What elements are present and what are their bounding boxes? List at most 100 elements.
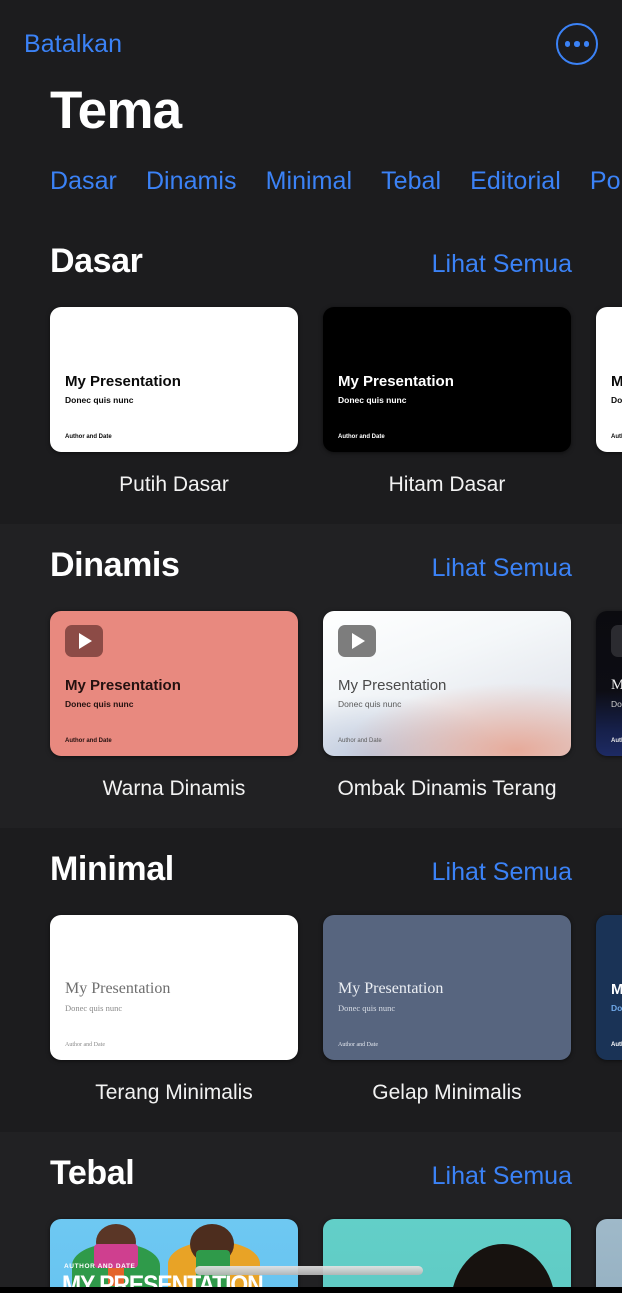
theme-item[interactable]: My Presentation Donec quis nunc Author and…	[596, 307, 622, 497]
navigation-bar: Batalkan	[0, 0, 622, 88]
slide-title: My Presentation	[338, 677, 447, 694]
tab-minimal[interactable]: Minimal	[266, 167, 352, 196]
slide-content: My Presentation Donec quis nunc Author and…	[323, 307, 571, 452]
play-icon	[611, 625, 622, 657]
section-header: Dinamis Lihat Semua	[50, 524, 572, 585]
slide-content: My Presentation Donec quis nunc Author and…	[596, 611, 622, 756]
theme-row[interactable]: My Presentation Donec quis nunc Author and…	[50, 915, 622, 1105]
slide-title: My Presentation	[65, 677, 181, 694]
slide-subtitle: Donec quis nunc	[611, 395, 622, 405]
horizontal-scrollbar[interactable]	[195, 1266, 423, 1275]
theme-thumbnail[interactable]	[323, 1219, 571, 1293]
theme-item[interactable]: My Presentation Donec quis nunc Author and…	[323, 611, 571, 801]
theme-name-label: Gelap Minimalis	[372, 1081, 522, 1104]
photo-people	[323, 1219, 571, 1293]
theme-item[interactable]: My Presentation Donec quis nunc Author and…	[596, 611, 622, 801]
photo-people	[596, 1219, 622, 1293]
theme-item[interactable]: My Presentation Donec quis nunc Author and…	[323, 307, 571, 497]
section-title: Tebal	[50, 1154, 135, 1192]
theme-row[interactable]: My Presentation Donec quis nunc Author and…	[50, 611, 622, 801]
theme-thumbnail[interactable]: My Presentation Donec quis nunc Author and…	[323, 307, 571, 452]
slide-footer: Author and Date	[611, 434, 622, 440]
see-all-button[interactable]: Lihat Semua	[432, 858, 572, 887]
tab-portofolio[interactable]: Porto	[590, 167, 622, 196]
theme-item[interactable]	[323, 1219, 571, 1293]
theme-thumbnail[interactable]: My Presentation Donec quis nunc Author and…	[596, 611, 622, 756]
theme-thumbnail[interactable]: My Presentation Donec quis nunc Author and…	[50, 307, 298, 452]
slide-subtitle: Donec quis nunc	[338, 1003, 396, 1013]
theme-name-label: Hitam Dasar	[388, 473, 506, 496]
slide-footer: Author and Date	[611, 1042, 622, 1048]
bottom-edge	[0, 1287, 622, 1293]
theme-item[interactable]: AUTHOR AND DATE MY PRESENTATION	[50, 1219, 298, 1293]
theme-thumbnail[interactable]: My Presentation Donec quis nunc Author and…	[50, 915, 298, 1060]
theme-name-label: Putih Dasar	[119, 473, 229, 496]
theme-thumbnail[interactable]: My Presentation Donec quis nunc Author and…	[596, 307, 622, 452]
slide-subtitle: Donec quis nunc	[611, 1003, 622, 1013]
theme-thumbnail[interactable]: My Presentation Donec quis nunc Author and…	[50, 611, 298, 756]
slide-subtitle: Donec quis nunc	[65, 395, 134, 405]
theme-name-label: Warna Dinamis	[102, 777, 246, 800]
theme-item[interactable]	[596, 1219, 622, 1293]
tab-dinamis[interactable]: Dinamis	[146, 167, 237, 196]
tab-editorial[interactable]: Editorial	[470, 167, 561, 196]
slide-subtitle: Donec quis nunc	[338, 395, 407, 405]
slide-title: My Presentation	[611, 373, 622, 390]
slide-title: My Presentation	[338, 373, 454, 390]
theme-item[interactable]: My Presentation Donec quis nunc Author and…	[323, 915, 571, 1105]
theme-name-label: Terang Minimalis	[95, 1081, 253, 1104]
slide-subtitle: Donec quis nunc	[338, 699, 402, 709]
slide-footer: Author and Date	[338, 738, 382, 744]
slide-title: My Presentation	[611, 981, 622, 998]
theme-item[interactable]: My Presentation Donec quis nunc Author and…	[50, 611, 298, 801]
slide-title: My Presentation	[338, 980, 444, 997]
slide-title: My Presentation	[65, 373, 181, 390]
slide-content: My Presentation Donec quis nunc Author and…	[323, 915, 571, 1060]
category-tab-bar[interactable]: Dasar Dinamis Minimal Tebal Editorial Po…	[0, 167, 622, 196]
theme-row[interactable]: My Presentation Donec quis nunc Author and…	[50, 307, 622, 497]
section-header: Minimal Lihat Semua	[50, 828, 572, 889]
see-all-button[interactable]: Lihat Semua	[432, 250, 572, 279]
theme-section: Dasar Lihat Semua My Presentation Donec qui…	[0, 220, 622, 524]
ellipsis-dot	[574, 41, 580, 47]
person-hair	[451, 1244, 555, 1293]
theme-thumbnail[interactable]: My Presentation Donec quis nunc Author and…	[323, 611, 571, 756]
ellipsis-dot	[583, 41, 590, 47]
play-icon	[338, 625, 376, 657]
tab-tebal[interactable]: Tebal	[381, 167, 441, 196]
slide-content: My Presentation Donec quis nunc Author and…	[50, 307, 298, 452]
ellipsis-circle-icon[interactable]	[556, 23, 598, 65]
cancel-button[interactable]: Batalkan	[24, 30, 122, 59]
theme-item[interactable]: My Presentation Donec quis nunc Author and…	[50, 915, 298, 1105]
theme-thumbnail[interactable]: My Presentation Donec quis nunc Author and…	[596, 915, 622, 1060]
play-triangle	[352, 633, 365, 649]
slide-content: My Presentation Donec quis nunc Author and…	[596, 307, 622, 452]
theme-thumbnail[interactable]: AUTHOR AND DATE MY PRESENTATION	[50, 1219, 298, 1293]
slide-title: My Presentation	[65, 980, 171, 997]
see-all-button[interactable]: Lihat Semua	[432, 1162, 572, 1191]
theme-item[interactable]: My Presentation Donec quis nunc Author and…	[596, 915, 622, 1105]
theme-section: Dinamis Lihat Semua My Presentation Donec q…	[0, 524, 622, 828]
slide-footer: Author and Date	[611, 738, 622, 744]
theme-thumbnail[interactable]	[596, 1219, 622, 1293]
slide-subtitle: Donec quis nunc	[611, 699, 622, 709]
page-title: Tema	[50, 81, 182, 140]
slide-footer: Author and Date	[65, 738, 112, 744]
ellipsis-dot	[564, 41, 571, 47]
slide-content: My Presentation Donec quis nunc Author and…	[50, 915, 298, 1060]
section-title: Minimal	[50, 850, 174, 888]
slide-content: My Presentation Donec quis nunc Author and…	[323, 611, 571, 756]
slide-content: My Presentation Donec quis nunc Author and…	[596, 915, 622, 1060]
theme-name-label: Ombak Dinamis Terang	[337, 777, 557, 800]
section-title: Dinamis	[50, 546, 180, 584]
slide-subtitle: Donec quis nunc	[65, 1003, 123, 1013]
theme-item[interactable]: My Presentation Donec quis nunc Author and…	[50, 307, 298, 497]
slide-footer: Author and Date	[65, 1042, 105, 1048]
slide-footer: Author and Date	[338, 434, 385, 440]
theme-row[interactable]: AUTHOR AND DATE MY PRESENTATION	[50, 1219, 622, 1293]
section-header: Tebal Lihat Semua	[50, 1132, 572, 1193]
see-all-button[interactable]: Lihat Semua	[432, 554, 572, 583]
theme-thumbnail[interactable]: My Presentation Donec quis nunc Author and…	[323, 915, 571, 1060]
section-title: Dasar	[50, 242, 143, 280]
tab-dasar[interactable]: Dasar	[50, 167, 117, 196]
